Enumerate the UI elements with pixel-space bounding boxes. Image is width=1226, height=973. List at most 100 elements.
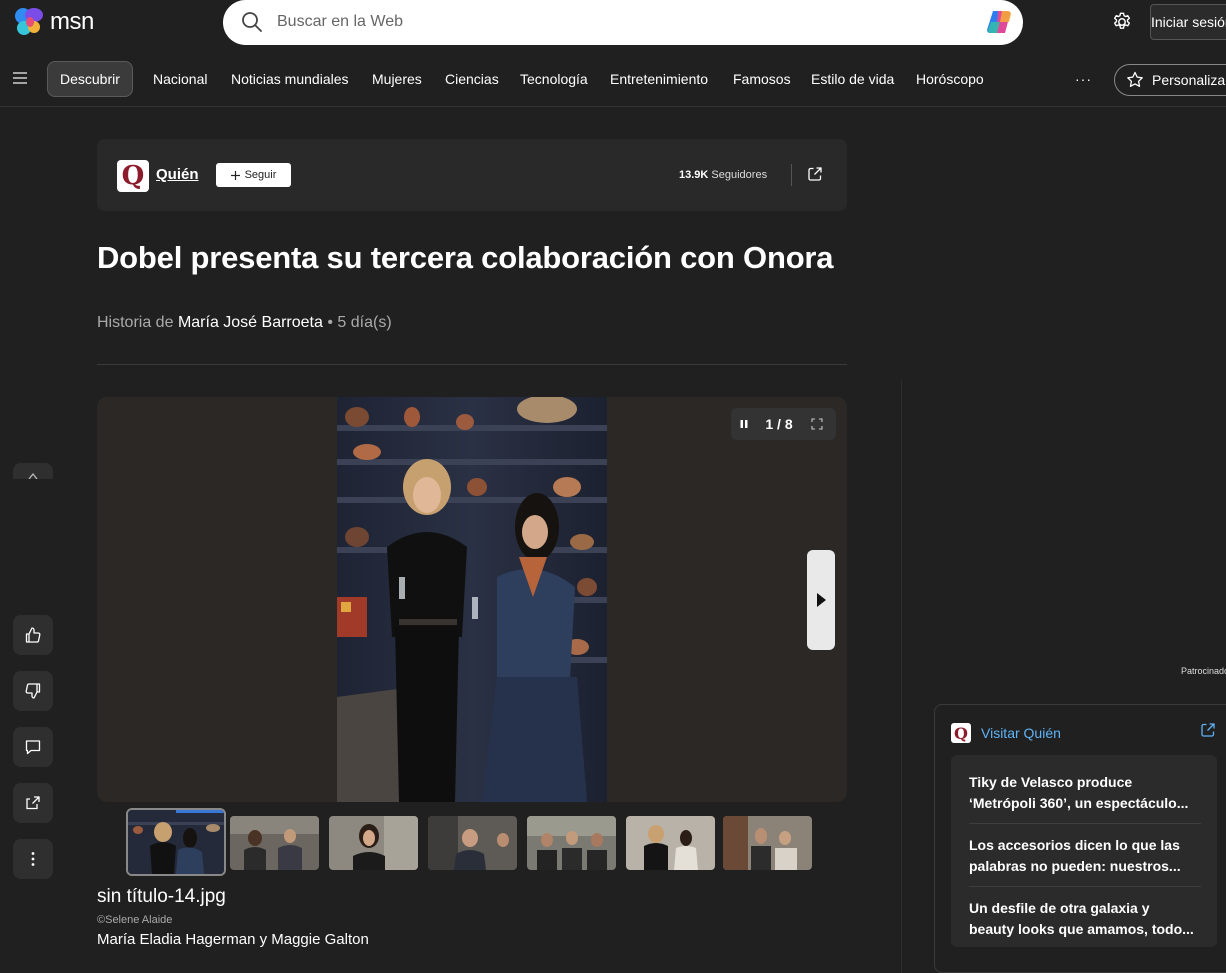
comment-icon xyxy=(25,740,41,755)
play-right-icon xyxy=(817,593,826,607)
nav-more-button[interactable]: ··· xyxy=(1075,61,1092,97)
thumbnail-item[interactable] xyxy=(626,816,715,870)
thumbnail-image xyxy=(128,810,224,874)
story-title-line: palabras no pueden: nuestros... xyxy=(969,858,1181,874)
external-link-icon[interactable] xyxy=(1200,722,1216,738)
thumbnail-item[interactable] xyxy=(723,816,812,870)
nav-item-estilo-de-vida[interactable]: Estilo de vida xyxy=(811,61,894,97)
header-divider xyxy=(97,364,847,365)
gear-icon[interactable] xyxy=(1111,11,1133,33)
followers-label: Seguidores xyxy=(711,169,768,181)
thumbnail-progress-bar xyxy=(176,810,224,813)
like-button[interactable] xyxy=(13,615,53,655)
nav-item-horoscopo[interactable]: Horóscopo xyxy=(916,61,984,97)
column-divider xyxy=(901,380,902,973)
nav-item-descubrir[interactable]: Descubrir xyxy=(47,61,133,97)
search-icon xyxy=(242,12,262,32)
photo-gallery: 1 / 8 xyxy=(97,397,847,802)
fullscreen-button[interactable] xyxy=(801,408,833,440)
more-options-button[interactable] xyxy=(13,839,53,879)
follow-button[interactable]: Seguir xyxy=(216,163,291,187)
search-input[interactable] xyxy=(277,8,957,36)
fullscreen-icon xyxy=(811,418,823,430)
pause-button[interactable] xyxy=(731,408,757,440)
top-bar: msn Iniciar sesión xyxy=(0,0,1226,45)
share-icon xyxy=(26,796,40,810)
nav-item-mujeres[interactable]: Mujeres xyxy=(372,61,422,97)
nav-item-nacional[interactable]: Nacional xyxy=(153,61,207,97)
nav-item-entretenimiento[interactable]: Entretenimiento xyxy=(610,61,708,97)
story-title-line: beauty looks que amamos, todo... xyxy=(969,921,1194,937)
msn-wordmark: msn xyxy=(50,8,94,35)
thumbnail-image xyxy=(527,816,616,870)
sparkle-star-icon xyxy=(1127,71,1143,87)
thumbnail-image xyxy=(723,816,812,870)
publisher-logo[interactable]: Q xyxy=(117,160,149,192)
story-divider xyxy=(969,886,1201,887)
personalize-button[interactable]: Personalizar xyxy=(1114,64,1226,96)
photo-caption-title: sin título-14.jpg xyxy=(97,886,226,907)
gallery-photo[interactable] xyxy=(337,397,607,802)
thumbnail-image xyxy=(626,816,715,870)
gallery-controls: 1 / 8 xyxy=(731,408,836,440)
more-vertical-icon xyxy=(31,852,35,866)
pause-icon xyxy=(740,420,748,428)
gallery-counter: 1 / 8 xyxy=(765,416,793,432)
share-button[interactable] xyxy=(13,783,53,823)
thumbs-down-icon xyxy=(25,683,41,699)
visit-publisher-link[interactable]: Visitar Quién xyxy=(981,725,1061,741)
thumbnail-item[interactable] xyxy=(329,816,418,870)
gallery-photo-image xyxy=(337,397,607,802)
thumbs-up-icon xyxy=(25,627,41,643)
external-link-icon[interactable] xyxy=(807,166,823,182)
signin-button[interactable]: Iniciar sesión xyxy=(1150,4,1226,40)
thumbnail-item[interactable] xyxy=(230,816,319,870)
search-bar[interactable] xyxy=(223,0,1023,45)
followers-number: 13.9K xyxy=(679,169,709,181)
article-byline: Historia de María José Barroeta • 5 día(… xyxy=(97,314,392,332)
thumbnail-image xyxy=(428,816,517,870)
thumbnail-item[interactable] xyxy=(126,808,226,876)
nav-divider xyxy=(0,106,1226,107)
category-nav: Descubrir Nacional Noticias mundiales Mu… xyxy=(0,58,1226,98)
nav-item-noticias-mundiales[interactable]: Noticias mundiales xyxy=(231,61,349,97)
photo-caption-text: María Eladia Hagerman y Maggie Galton xyxy=(97,931,369,948)
plus-icon xyxy=(230,170,240,180)
publisher-name-link[interactable]: Quién xyxy=(156,166,199,183)
thumbnail-item[interactable] xyxy=(428,816,517,870)
thumbnail-strip xyxy=(126,808,816,876)
thumbnail-image xyxy=(329,816,418,870)
comment-button[interactable] xyxy=(13,727,53,767)
personalize-label: Personalizar xyxy=(1152,72,1226,88)
dislike-button[interactable] xyxy=(13,671,53,711)
copilot-icon[interactable] xyxy=(985,7,1015,37)
thumbnail-image xyxy=(230,816,319,870)
chevron-up-icon xyxy=(28,472,38,479)
thumbnail-item[interactable] xyxy=(527,816,616,870)
story-title-line: Un desfile de otra galaxia y xyxy=(969,900,1150,916)
follow-label: Seguir xyxy=(244,169,277,181)
story-link[interactable]: Tiky de Velasco produce ‘Metrópoli 360’,… xyxy=(969,772,1199,814)
nav-item-ciencias[interactable]: Ciencias xyxy=(445,61,499,97)
sponsored-label: Patrocinado xyxy=(1181,666,1226,676)
story-link[interactable]: Un desfile de otra galaxia y beauty look… xyxy=(969,898,1199,940)
gallery-next-button[interactable] xyxy=(807,550,835,650)
story-title-line: ‘Metrópoli 360’, un espectáculo... xyxy=(969,795,1189,811)
photo-credit: ©Selene Alaide xyxy=(97,914,173,926)
byline-bullet: • xyxy=(327,314,333,331)
followers-count: 13.9K Seguidores xyxy=(679,169,767,181)
article-age: 5 día(s) xyxy=(337,314,392,331)
article-title: Dobel presenta su tercera colaboración c… xyxy=(97,240,834,275)
story-divider xyxy=(969,823,1201,824)
nav-item-famosos[interactable]: Famosos xyxy=(733,61,791,97)
publisher-stories-card: Q Visitar Quién Tiky de Velasco produce … xyxy=(934,704,1226,973)
author-name[interactable]: María José Barroeta xyxy=(178,314,323,331)
msn-logo[interactable]: msn xyxy=(14,7,94,37)
publisher-logo-small: Q xyxy=(951,723,971,743)
story-link[interactable]: Los accesorios dicen lo que las palabras… xyxy=(969,835,1199,877)
publisher-divider xyxy=(791,164,792,186)
story-title-line: Tiky de Velasco produce xyxy=(969,774,1133,790)
nav-item-tecnologia[interactable]: Tecnología xyxy=(520,61,588,97)
hamburger-menu-icon[interactable] xyxy=(13,72,27,84)
rail-collapse-button[interactable] xyxy=(13,463,53,479)
